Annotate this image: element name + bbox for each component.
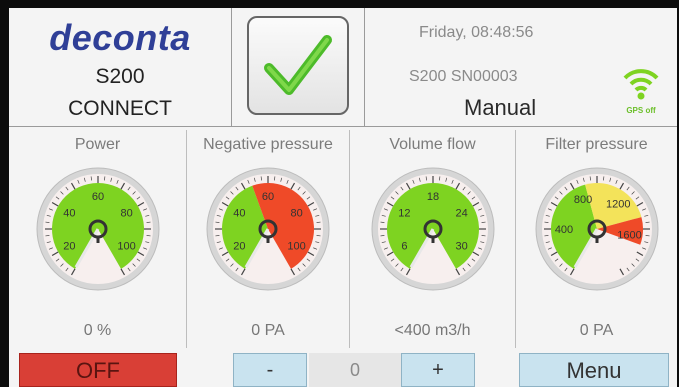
gauge-title: Power — [74, 136, 121, 153]
increment-button[interactable]: + — [401, 353, 475, 387]
model-label: S200 — [95, 65, 145, 88]
gauge-scale-label: 80 — [120, 208, 132, 220]
gauge-hub-stem — [431, 236, 434, 243]
gps-label: GPS off — [626, 106, 656, 115]
gauge-scale-label: 100 — [287, 241, 305, 253]
gauge-scale-label: 100 — [117, 241, 135, 253]
gauge-scale-label: 800 — [573, 194, 591, 206]
menu-button[interactable]: Menu — [519, 353, 669, 387]
hmi-screen: deconta S200 CONNECT Friday, 08:48:56 S2… — [9, 8, 677, 387]
brand-logo: deconta — [49, 17, 191, 58]
gauge-panel-negative-pressure: Negative pressure 20 40 60 80 100 0 PA — [187, 130, 350, 348]
decrement-button[interactable]: - — [233, 353, 307, 387]
gauge-scale-label: 18 — [426, 191, 438, 203]
gauge-reading: 0 PA — [579, 322, 614, 339]
status-ok-button[interactable] — [247, 16, 349, 115]
gauge-scale-label: 1200 — [605, 199, 629, 211]
gauge-title: Volume flow — [389, 136, 476, 153]
gauge-scale-label: 60 — [262, 191, 274, 203]
checkmark-icon — [264, 35, 332, 95]
header-divider — [231, 8, 232, 126]
gauge-hub-stem — [595, 236, 598, 243]
gauge-filter-pressure: 400 800 1200 1600 — [535, 167, 658, 291]
connect-label: CONNECT — [68, 97, 172, 120]
gauge-scale-label: 80 — [290, 208, 302, 220]
off-button[interactable]: OFF — [19, 353, 177, 387]
gauge-scale-label: 24 — [455, 208, 467, 220]
gps-signal-icon — [623, 69, 659, 100]
gauge-reading: 0 % — [83, 322, 112, 339]
header-divider — [364, 8, 365, 126]
gauge-scale-label: 60 — [91, 191, 103, 203]
gps-status: GPS off — [621, 62, 661, 118]
gauge-reading: 0 PA — [251, 322, 285, 339]
gauge-hub-stem — [96, 236, 99, 243]
gauge-panel-filter-pressure: Filter pressure 400 800 1200 1600 0 PA — [516, 130, 677, 348]
gauge-title: Negative pressure — [203, 136, 333, 153]
gauge-panel-power: Power 20 40 60 80 100 0 % — [9, 130, 187, 348]
control-bar: OFF - 0 + Menu — [9, 350, 677, 387]
gauge-reading: <400 m3/h — [394, 322, 471, 339]
gauge-scale-label: 1600 — [617, 230, 641, 242]
gauge-scale-label: 6 — [401, 241, 407, 253]
gauge-power: 20 40 60 80 100 — [36, 167, 159, 291]
setpoint-value-field[interactable]: 0 — [309, 353, 401, 387]
header-bottom-border — [9, 126, 677, 127]
brand-block: deconta S200 CONNECT — [9, 8, 231, 126]
datetime-label: Friday, 08:48:56 — [419, 24, 534, 41]
gauge-hub-stem — [266, 236, 270, 243]
gauge-scale-label: 400 — [554, 224, 572, 236]
gauge-volume-flow: 6 12 18 24 30 — [371, 167, 494, 291]
gauge-scale-label: 40 — [63, 208, 75, 220]
gauge-scale-label: 12 — [398, 208, 410, 220]
gauge-scale-label: 20 — [63, 241, 75, 253]
gauge-scale-label: 40 — [233, 208, 245, 220]
serial-label: S200 SN00003 — [409, 68, 518, 85]
gauge-scale-label: 30 — [455, 241, 467, 253]
gauge-title: Filter pressure — [545, 136, 648, 153]
mode-label: Manual — [464, 95, 537, 120]
gauge-scale-label: 20 — [233, 241, 245, 253]
gauge-panel-volume-flow: Volume flow 6 12 18 24 30 <400 m3/h — [350, 130, 516, 348]
gauge-negative-pressure: 20 40 60 80 100 — [206, 167, 330, 291]
